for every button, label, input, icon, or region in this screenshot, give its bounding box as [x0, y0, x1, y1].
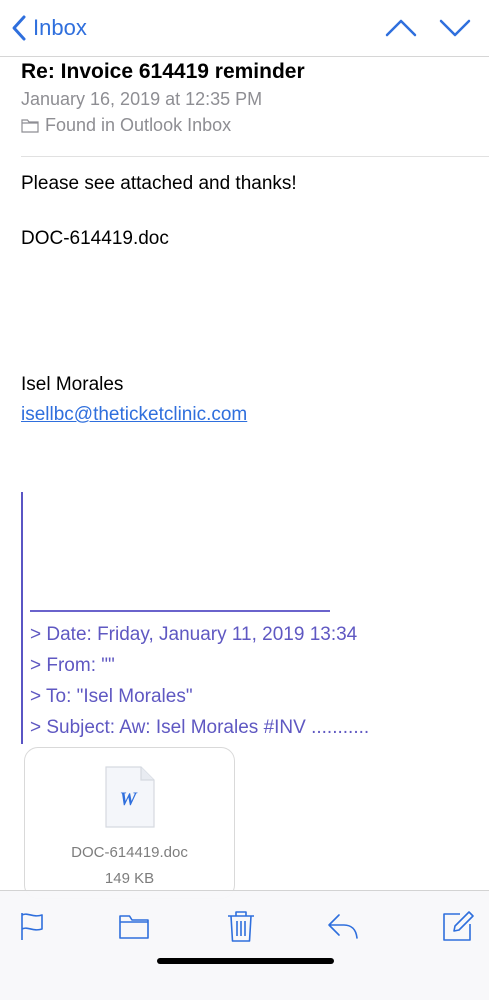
home-indicator[interactable]: [157, 958, 334, 964]
signature-name: Isel Morales: [21, 374, 124, 395]
trash-button[interactable]: [224, 909, 258, 943]
bottom-toolbar: [0, 890, 489, 1000]
reply-button[interactable]: [326, 909, 360, 943]
chevron-left-icon: [12, 15, 26, 41]
flag-icon: [21, 913, 43, 940]
quote-from: > From: "": [30, 655, 115, 676]
attachment-card[interactable]: W DOC-614419.doc 149 KB: [24, 747, 235, 899]
quote-separator: [30, 610, 330, 612]
chevron-down-icon: [439, 19, 471, 37]
attachment-name: DOC-614419.doc: [71, 844, 188, 861]
back-button[interactable]: Inbox: [10, 13, 87, 43]
compose-button[interactable]: [441, 909, 475, 943]
message-subject: Re: Invoice 614419 reminder: [21, 60, 305, 83]
attachment-size: 149 KB: [104, 870, 155, 887]
previous-message-button[interactable]: [384, 16, 418, 40]
chevron-up-icon: [385, 19, 417, 37]
mailbox-location[interactable]: Found in Outlook Inbox: [21, 113, 231, 137]
navigation-bar: Inbox: [0, 0, 489, 56]
email-screen: Inbox Re: Invoice 614419 reminder Januar…: [0, 0, 489, 1000]
reply-icon: [328, 914, 358, 939]
nav-divider: [0, 56, 489, 57]
move-to-folder-button[interactable]: [117, 909, 151, 943]
flag-button[interactable]: [16, 909, 50, 943]
header-divider: [21, 156, 489, 157]
body-attachment-name: DOC-614419.doc: [21, 228, 169, 249]
folder-icon: [21, 118, 39, 133]
body-line: Please see attached and thanks!: [21, 173, 297, 194]
back-label: Inbox: [33, 15, 87, 40]
word-letter: W: [120, 789, 138, 810]
folder-icon: [119, 915, 149, 939]
quote-subject: > Subject: Aw: Isel Morales #INV .......…: [30, 717, 370, 738]
quote-date: > Date: Friday, January 11, 2019 13:34: [30, 624, 358, 645]
quote-bar: [21, 492, 23, 744]
signature-email-link[interactable]: isellbc@theticketclinic.com: [21, 402, 247, 428]
word-document-icon: W: [105, 766, 155, 828]
compose-icon: [443, 911, 474, 941]
quote-to: > To: "Isel Morales": [30, 686, 193, 707]
next-message-button[interactable]: [438, 16, 472, 40]
mailbox-label: Found in Outlook Inbox: [45, 114, 232, 135]
trash-icon: [228, 911, 254, 942]
message-date: January 16, 2019 at 12:35 PM: [21, 89, 263, 109]
